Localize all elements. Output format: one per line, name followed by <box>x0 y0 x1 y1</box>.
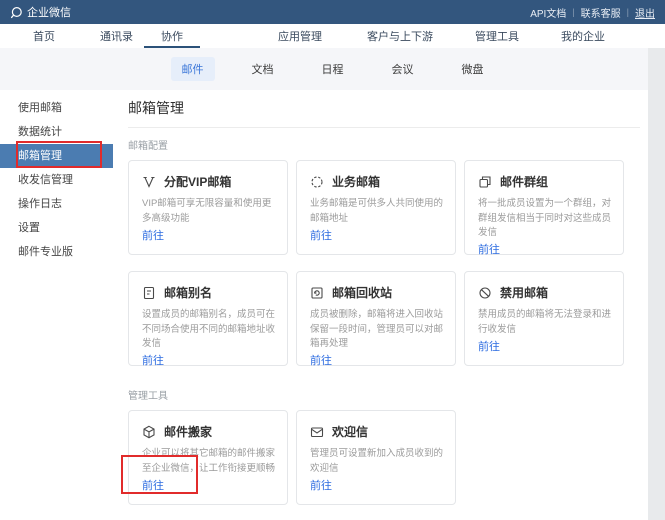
management-tools-cards: 邮件搬家 企业可以将其它邮箱的邮件搬家至企业微信，让工作衔接更顺畅 前往 欢迎信… <box>128 410 640 505</box>
card-welcome-letter: 欢迎信 管理员可设置新加入成员收到的欢迎信 前往 <box>296 410 456 505</box>
go-link-business-mailbox[interactable]: 前往 <box>310 227 332 243</box>
wecom-admin-page: 企业微信 API文档 | 联系客服 | 退出 首页 通讯录 协作 应用管理 客户… <box>0 0 665 520</box>
card-title: 欢迎信 <box>332 423 368 440</box>
page-title: 邮箱管理 <box>128 98 640 118</box>
card-title: 业务邮箱 <box>332 173 380 190</box>
go-link-mail-group[interactable]: 前往 <box>478 241 500 257</box>
divider <box>128 127 640 128</box>
tab-schedule[interactable]: 日程 <box>311 57 355 81</box>
separator: | <box>572 7 574 17</box>
mailbox-config-cards: 分配VIP邮箱 VIP邮箱可享无限容量和使用更多高级功能 前往 业务邮箱 业务邮… <box>128 160 640 366</box>
top-links: API文档 | 联系客服 | 退出 <box>530 5 655 20</box>
card-title: 邮件搬家 <box>164 423 212 440</box>
wecom-logo-icon <box>10 6 23 19</box>
card-desc: 将一批成员设置为一个群组，对群组发信相当于同时对这些成员发信 <box>478 197 611 241</box>
sidebar-item-send-receive-management[interactable]: 收发信管理 <box>0 168 113 192</box>
card-desc: 禁用成员的邮箱将无法登录和进行收发信 <box>478 308 611 337</box>
go-link-mailbox-recycle-bin[interactable]: 前往 <box>310 352 332 368</box>
welcome-letter-icon <box>310 425 324 439</box>
mailbox-recycle-icon <box>310 286 324 300</box>
tab-docs[interactable]: 文档 <box>241 57 285 81</box>
card-title: 禁用邮箱 <box>500 284 548 301</box>
sidebar-item-mailbox-management[interactable]: 邮箱管理 <box>0 144 113 168</box>
card-title: 分配VIP邮箱 <box>164 173 231 190</box>
nav-item-my-enterprise[interactable]: 我的企业 <box>561 24 605 48</box>
card-title: 邮箱别名 <box>164 284 212 301</box>
section-label-mailbox-config: 邮箱配置 <box>128 137 640 152</box>
nav-item-app-management[interactable]: 应用管理 <box>278 24 322 48</box>
sidebar-item-mail-professional[interactable]: 邮件专业版 <box>0 240 113 264</box>
tab-meeting[interactable]: 会议 <box>381 57 425 81</box>
card-mail-migration: 邮件搬家 企业可以将其它邮箱的邮件搬家至企业微信，让工作衔接更顺畅 前往 <box>128 410 288 505</box>
sidebar-item-data-statistics[interactable]: 数据统计 <box>0 120 113 144</box>
card-desc: VIP邮箱可享无限容量和使用更多高级功能 <box>142 197 275 226</box>
collaboration-tabs: 邮件 文档 日程 会议 微盘 <box>0 48 665 90</box>
sidebar-item-settings[interactable]: 设置 <box>0 216 113 240</box>
go-link-welcome-letter[interactable]: 前往 <box>310 477 332 493</box>
nav-item-homepage[interactable]: 首页 <box>33 24 55 48</box>
disabled-mailbox-icon <box>478 286 492 300</box>
nav-item-customers-updown[interactable]: 客户与上下游 <box>367 24 433 48</box>
wecom-logo[interactable]: 企业微信 <box>10 4 71 20</box>
card-desc: 业务邮箱是可供多人共同使用的邮箱地址 <box>310 197 443 226</box>
card-desc: 设置成员的邮箱别名，成员可在不同场合使用不同的邮箱地址收发信 <box>142 308 275 352</box>
sidebar-item-use-mailbox[interactable]: 使用邮箱 <box>0 96 113 120</box>
go-link-mail-migration[interactable]: 前往 <box>142 477 164 493</box>
card-business-mailbox: 业务邮箱 业务邮箱是可供多人共同使用的邮箱地址 前往 <box>296 160 456 255</box>
main-content: 邮箱管理 邮箱配置 分配VIP邮箱 VIP邮箱可享无限容量和使用更多高级功能 前… <box>113 90 665 520</box>
main-nav: 首页 通讯录 协作 应用管理 客户与上下游 管理工具 我的企业 <box>0 24 665 48</box>
nav-item-contacts[interactable]: 通讯录 <box>100 24 133 48</box>
tab-mail[interactable]: 邮件 <box>171 57 215 81</box>
separator: | <box>627 7 629 17</box>
business-mailbox-icon <box>310 175 324 189</box>
top-header-bar: 企业微信 API文档 | 联系客服 | 退出 <box>0 0 665 24</box>
mailbox-alias-icon <box>142 286 156 300</box>
scrollbar-track[interactable] <box>648 48 665 520</box>
tab-drive[interactable]: 微盘 <box>451 57 495 81</box>
mail-group-icon <box>478 175 492 189</box>
card-desc: 企业可以将其它邮箱的邮件搬家至企业微信，让工作衔接更顺畅 <box>142 447 275 476</box>
go-link-mailbox-alias[interactable]: 前往 <box>142 352 164 368</box>
go-link-disabled-mailbox[interactable]: 前往 <box>478 338 500 354</box>
nav-item-collaboration[interactable]: 协作 <box>161 24 183 48</box>
card-disabled-mailbox: 禁用邮箱 禁用成员的邮箱将无法登录和进行收发信 前往 <box>464 271 624 366</box>
sidebar-item-operation-logs[interactable]: 操作日志 <box>0 192 113 216</box>
logo-text: 企业微信 <box>27 4 71 20</box>
vip-icon <box>142 175 156 189</box>
mail-migration-icon <box>142 425 156 439</box>
api-docs-link[interactable]: API文档 <box>530 5 566 20</box>
card-mailbox-recycle-bin: 邮箱回收站 成员被删除，邮箱将进入回收站保留一段时间，管理员可以对邮箱再处理 前… <box>296 271 456 366</box>
card-mailbox-alias: 邮箱别名 设置成员的邮箱别名，成员可在不同场合使用不同的邮箱地址收发信 前往 <box>128 271 288 366</box>
section-label-management-tools: 管理工具 <box>128 387 640 402</box>
card-assign-vip-mailbox: 分配VIP邮箱 VIP邮箱可享无限容量和使用更多高级功能 前往 <box>128 160 288 255</box>
contact-support-link[interactable]: 联系客服 <box>581 5 621 20</box>
card-desc: 管理员可设置新加入成员收到的欢迎信 <box>310 447 443 476</box>
go-link-vip-mailbox[interactable]: 前往 <box>142 227 164 243</box>
card-mail-group: 邮件群组 将一批成员设置为一个群组，对群组发信相当于同时对这些成员发信 前往 <box>464 160 624 255</box>
card-title: 邮件群组 <box>500 173 548 190</box>
card-title: 邮箱回收站 <box>332 284 392 301</box>
sidebar: 使用邮箱 数据统计 邮箱管理 收发信管理 操作日志 设置 邮件专业版 <box>0 90 113 520</box>
card-desc: 成员被删除，邮箱将进入回收站保留一段时间，管理员可以对邮箱再处理 <box>310 308 443 352</box>
logout-link[interactable]: 退出 <box>635 5 655 20</box>
nav-item-management-tools[interactable]: 管理工具 <box>475 24 519 48</box>
body-row: 使用邮箱 数据统计 邮箱管理 收发信管理 操作日志 设置 邮件专业版 邮箱管理 … <box>0 90 665 520</box>
